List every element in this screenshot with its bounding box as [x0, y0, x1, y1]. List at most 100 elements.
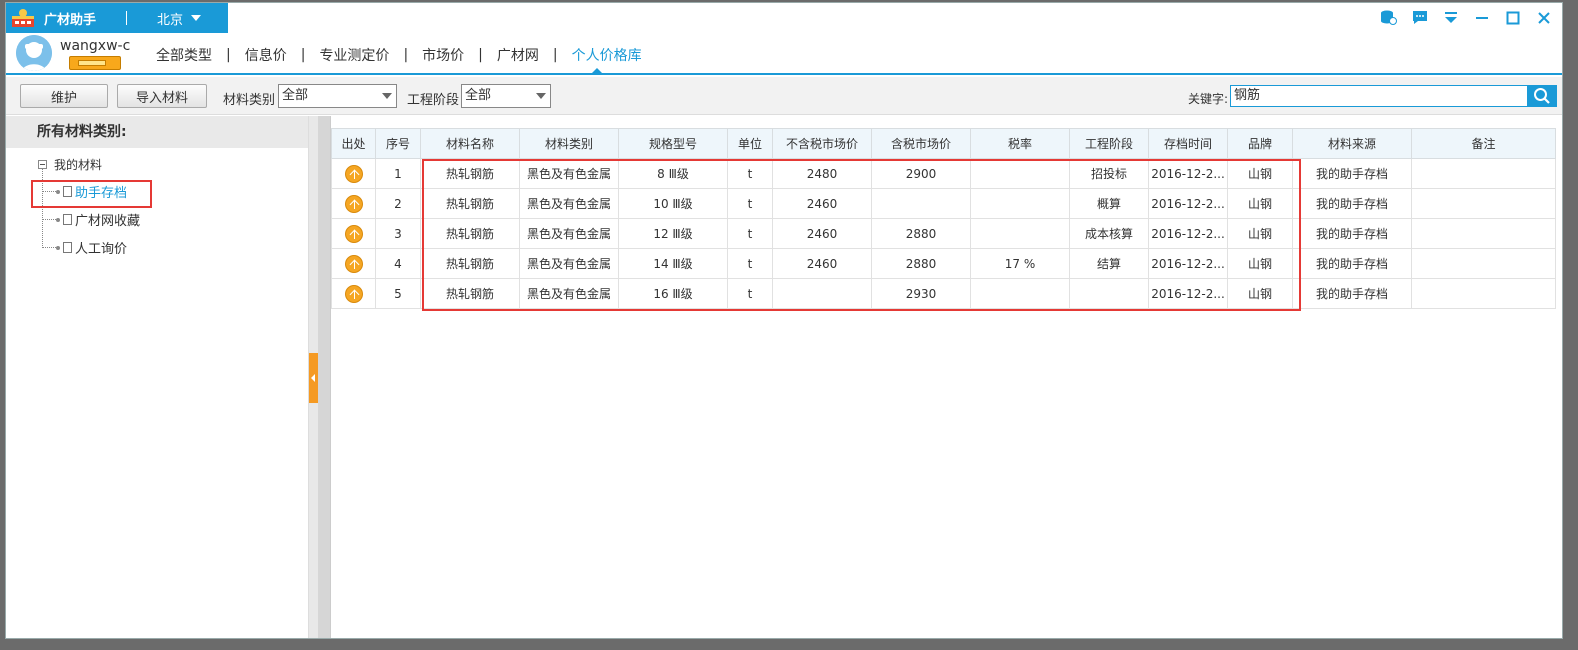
source-cell: 我的助手存档 — [1292, 188, 1412, 219]
search-icon — [1534, 88, 1550, 104]
category-label: 材料类别 — [223, 93, 276, 108]
avatar[interactable] — [16, 35, 52, 71]
stage-select[interactable]: 全部 — [461, 84, 551, 108]
col-note[interactable]: 备注 — [1411, 128, 1556, 159]
tab-personal-price-lib[interactable]: 个人价格库 — [572, 45, 642, 65]
arrow-up-icon[interactable] — [344, 284, 363, 303]
app-name: 广材助手 — [44, 12, 97, 28]
col-name[interactable]: 材料名称 — [420, 128, 520, 159]
chat-icon[interactable] — [1411, 9, 1428, 26]
username: wangxw-c — [60, 38, 131, 54]
col-source[interactable]: 材料来源 — [1292, 128, 1412, 159]
arrow-up-icon[interactable] — [344, 224, 363, 243]
seq-cell: 3 — [375, 218, 421, 249]
seq-cell: 4 — [375, 248, 421, 279]
tab-gcw[interactable]: 广材网 — [497, 45, 539, 65]
import-materials-button[interactable]: 导入材料 — [117, 84, 207, 108]
category-select[interactable]: 全部 — [278, 84, 397, 108]
maximize-icon[interactable] — [1504, 9, 1521, 26]
col-price-ex-tax[interactable]: 不含税市场价 — [772, 128, 872, 159]
stage-label: 工程阶段 — [407, 93, 460, 108]
note-cell — [1411, 188, 1556, 219]
brand-area: 广材助手 北京 — [6, 3, 228, 33]
seq-cell: 2 — [375, 188, 421, 219]
city-dropdown-icon[interactable] — [191, 15, 202, 21]
col-stage[interactable]: 工程阶段 — [1069, 128, 1149, 159]
col-spec[interactable]: 规格型号 — [618, 128, 728, 159]
source-cell: 我的助手存档 — [1292, 158, 1412, 189]
toolbar: 维护 导入材料 材料类别 全部 工程阶段 全部 关键字: 钢筋 — [6, 77, 1562, 115]
col-origin[interactable]: 出处 — [331, 128, 376, 159]
materials-table-area: 出处 序号 材料名称 材料类别 规格型号 单位 不含税市场价 含税市场价 税率 … — [330, 116, 1560, 638]
document-icon — [63, 242, 72, 253]
tab-market-price[interactable]: 市场价 — [422, 45, 464, 65]
tab-separator: | — [300, 47, 306, 63]
document-icon — [63, 214, 72, 225]
note-cell — [1411, 218, 1556, 249]
minimize-icon[interactable] — [1473, 9, 1490, 26]
col-brand[interactable]: 品牌 — [1227, 128, 1293, 159]
chevron-down-icon — [382, 93, 392, 99]
category-select-value: 全部 — [282, 88, 309, 103]
origin-cell[interactable] — [331, 218, 376, 249]
col-category[interactable]: 材料类别 — [519, 128, 619, 159]
origin-cell[interactable] — [331, 278, 376, 309]
dropdown-icon[interactable] — [1442, 9, 1459, 26]
app-logo-icon — [10, 7, 36, 29]
col-tax-rate[interactable]: 税率 — [970, 128, 1070, 159]
maintain-button[interactable]: 维护 — [20, 84, 108, 108]
origin-cell[interactable] — [331, 248, 376, 279]
tree-item-label: 广材网收藏 — [75, 214, 141, 229]
note-cell — [1411, 248, 1556, 279]
sidebar-header: 所有材料类别: — [6, 116, 308, 148]
tab-all-types[interactable]: 全部类型 — [156, 45, 212, 65]
keyword-search-input[interactable]: 钢筋 — [1230, 85, 1528, 107]
close-icon[interactable] — [1535, 9, 1552, 26]
origin-cell[interactable] — [331, 188, 376, 219]
tree-root-my-materials[interactable]: 我的材料 — [38, 156, 102, 173]
brand-separator — [126, 11, 128, 25]
origin-cell[interactable] — [331, 158, 376, 189]
collapse-sidebar-button[interactable] — [309, 353, 318, 403]
chevron-down-icon — [536, 93, 546, 99]
tree-item-label: 人工询价 — [75, 242, 128, 257]
window-controls — [1380, 9, 1552, 26]
arrow-up-icon[interactable] — [344, 194, 363, 213]
tab-separator: | — [226, 47, 231, 63]
arrow-up-icon[interactable] — [344, 254, 363, 273]
stage-select-value: 全部 — [465, 88, 492, 103]
city-selector[interactable]: 北京 — [157, 9, 183, 28]
col-price-in-tax[interactable]: 含税市场价 — [871, 128, 971, 159]
db-icon[interactable] — [1380, 9, 1397, 26]
col-unit[interactable]: 单位 — [727, 128, 773, 159]
active-tab-caret-icon — [591, 68, 603, 74]
tab-separator: | — [552, 47, 558, 63]
seq-cell: 5 — [375, 278, 421, 309]
nav-tabs: 全部类型 | 信息价 | 专业测定价 | 市场价 | 广材网 | 个人价格库 — [156, 45, 642, 65]
note-cell — [1411, 278, 1556, 309]
tab-info-price[interactable]: 信息价 — [245, 45, 287, 65]
search-button[interactable] — [1527, 85, 1557, 107]
seq-cell: 1 — [375, 158, 421, 189]
tab-separator: | — [478, 47, 483, 63]
level-badge-icon — [69, 56, 121, 70]
tree-item-manual-inquiry[interactable]: 人工询价 — [42, 238, 127, 257]
gutter — [318, 116, 330, 638]
highlight-box — [31, 180, 152, 208]
col-seq[interactable]: 序号 — [375, 128, 421, 159]
col-archive-time[interactable]: 存档时间 — [1148, 128, 1228, 159]
arrow-up-icon[interactable] — [344, 164, 363, 183]
highlight-box — [422, 159, 1301, 311]
source-cell: 我的助手存档 — [1292, 248, 1412, 279]
tree-item-gcw-favorites[interactable]: 广材网收藏 — [42, 210, 140, 229]
category-sidebar: 所有材料类别: 我的材料 助手存档 广材网收藏 人工询价 — [6, 116, 309, 638]
app-window: 广材助手 北京 wangxw-c 全部类型 | 信息价 | 专业测定价 | 市场… — [5, 2, 1563, 639]
source-cell: 我的助手存档 — [1292, 278, 1412, 309]
note-cell — [1411, 158, 1556, 189]
source-cell: 我的助手存档 — [1292, 218, 1412, 249]
nav-bar: wangxw-c 全部类型 | 信息价 | 专业测定价 | 市场价 | 广材网 … — [6, 33, 1562, 75]
tab-separator: | — [403, 47, 409, 63]
table-header-row: 出处 序号 材料名称 材料类别 规格型号 单位 不含税市场价 含税市场价 税率 … — [331, 128, 1556, 159]
tab-pro-price[interactable]: 专业测定价 — [319, 45, 389, 65]
title-bar: 广材助手 北京 — [6, 3, 1562, 33]
